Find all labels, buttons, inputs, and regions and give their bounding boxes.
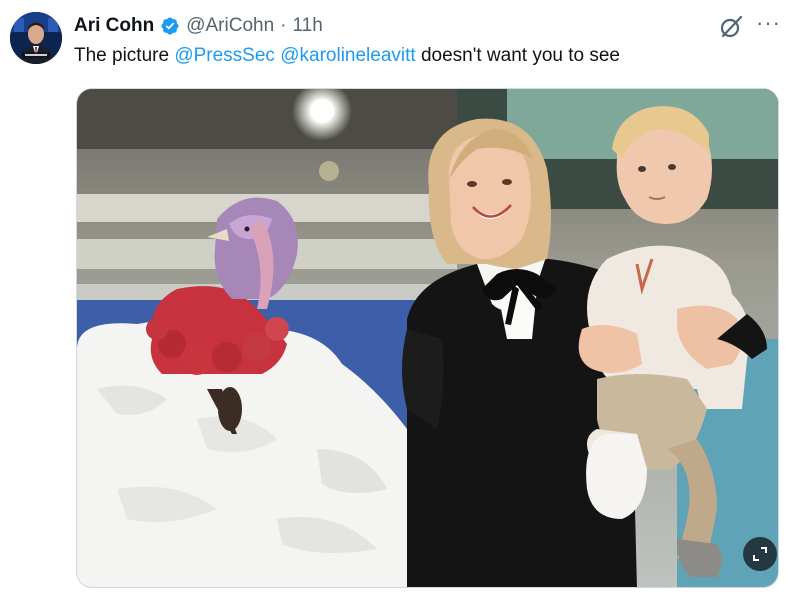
mention-karolineleavitt[interactable]: @karolineleavitt xyxy=(280,45,415,66)
expand-icon xyxy=(753,547,767,561)
author-avatar[interactable] xyxy=(10,12,62,64)
photo-image xyxy=(77,89,778,587)
expand-button[interactable] xyxy=(743,537,777,571)
author-display-name[interactable]: Ari Cohn xyxy=(74,14,154,38)
grok-icon[interactable] xyxy=(718,14,744,40)
more-options-icon[interactable]: ··· xyxy=(756,12,782,38)
post-timestamp[interactable]: 11h xyxy=(292,14,322,38)
tweet-header: Ari Cohn @AriCohn · 11h xyxy=(74,14,323,38)
mention-presssec[interactable]: @PressSec xyxy=(174,45,275,66)
tweet-photo[interactable] xyxy=(76,88,779,588)
verified-badge-icon xyxy=(161,17,179,35)
tweet-text-start: The picture xyxy=(74,45,175,66)
header-separator: · xyxy=(280,15,287,36)
tweet-text: The picture @PressSec @karolineleavitt d… xyxy=(74,43,620,69)
author-handle[interactable]: @AriCohn xyxy=(186,14,274,38)
tweet-text-end: doesn't want you to see xyxy=(415,45,621,66)
profile-photo-icon xyxy=(10,12,62,64)
